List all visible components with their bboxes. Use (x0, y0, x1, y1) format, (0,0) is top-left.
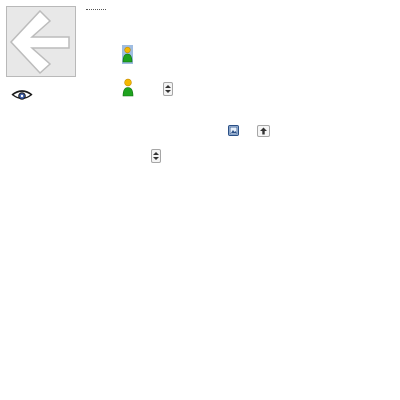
image-icon (229, 126, 238, 135)
move-up-button[interactable] (257, 125, 270, 137)
up-arrow-icon (260, 127, 267, 135)
back-button[interactable] (6, 6, 76, 77)
visibility-toggle[interactable] (11, 89, 33, 103)
user-icon (122, 46, 133, 63)
app-canvas (0, 0, 400, 400)
eye-icon (11, 90, 33, 100)
spinner-control[interactable] (163, 82, 173, 96)
left-arrow-icon (9, 9, 70, 75)
user-item[interactable] (122, 78, 134, 97)
focus-indicator (86, 9, 106, 10)
spinner-control[interactable] (151, 149, 161, 163)
up-down-spinner-icon (153, 152, 159, 160)
user-icon (122, 78, 134, 97)
user-item-selected[interactable] (122, 45, 133, 64)
up-down-spinner-icon (165, 85, 171, 93)
image-button[interactable] (228, 125, 239, 136)
